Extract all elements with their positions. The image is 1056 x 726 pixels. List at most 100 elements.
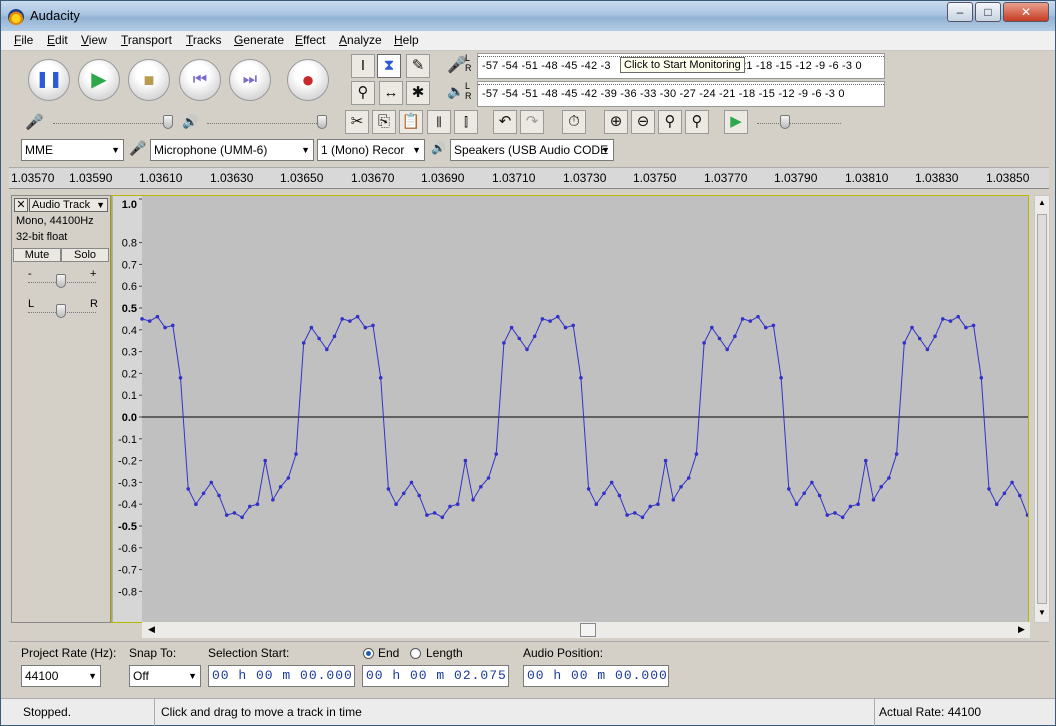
scroll-down-icon[interactable]: ▼ (1038, 608, 1046, 617)
input-channels-select[interactable]: 1 (Mono) Recor ▼ (317, 139, 425, 161)
maximize-button[interactable]: □ (975, 2, 1001, 22)
end-radio[interactable] (363, 648, 374, 659)
sync-lock-button[interactable]: ⏱ (562, 110, 586, 134)
sample-dot (994, 502, 999, 507)
play-meter-speaker-icon[interactable]: 🔈 (447, 83, 464, 100)
scroll-up-icon[interactable]: ▲ (1038, 198, 1046, 207)
undo-button[interactable]: ↶ (493, 110, 517, 134)
play-speed-slider[interactable] (757, 123, 841, 127)
redo-button[interactable]: ↷ (520, 110, 544, 134)
output-volume-slider[interactable] (207, 123, 325, 127)
menu-help[interactable]: Help (394, 33, 419, 47)
gain-thumb[interactable] (56, 274, 66, 288)
amplitude-label: -0.3 (118, 477, 137, 489)
snap-to-value: Off (133, 669, 149, 683)
zoom-in-button[interactable]: ⊕ (604, 110, 628, 134)
skip-to-end-button[interactable]: ⏭ (229, 59, 271, 101)
zoom-tool[interactable]: ⚲ (351, 81, 375, 105)
sample-dot (602, 491, 606, 496)
selection-end-field[interactable]: 00 h 00 m 02.075 s (362, 665, 509, 687)
fit-project-button[interactable]: ⚲ (685, 110, 709, 134)
horizontal-scrollbar[interactable]: ◀ ▶ (142, 622, 1030, 638)
snap-to-select[interactable]: Off ▼ (129, 665, 201, 687)
magnifier-icon: ⚲ (357, 84, 369, 101)
chevron-down-icon: ▼ (412, 145, 421, 155)
zoom-out-button[interactable]: ⊖ (631, 110, 655, 134)
close-window-button[interactable]: ✕ (1003, 2, 1049, 22)
playback-meter[interactable]: -57 -54 -51 -48 -45 -42 -39 -36 -33 -30 … (477, 81, 885, 107)
mute-button[interactable]: Mute (13, 248, 61, 262)
audio-position-field[interactable]: 00 h 00 m 00.000 s (523, 665, 669, 687)
timeshift-tool[interactable]: ↔ (379, 81, 403, 105)
sample-dot (941, 317, 945, 321)
skip-to-start-button[interactable]: ⏮ (179, 59, 221, 101)
sample-dot (948, 319, 953, 323)
input-volume-thumb[interactable] (163, 115, 173, 129)
project-rate-select[interactable]: 44100 ▼ (21, 665, 101, 687)
horizontal-scroll-thumb[interactable] (580, 623, 596, 637)
output-device-select[interactable]: Speakers (USB Audio CODE ▼ (450, 139, 614, 161)
gain-minus-label: - (28, 268, 32, 280)
pan-thumb[interactable] (56, 304, 66, 318)
trim-button[interactable]: ⫼ (427, 110, 451, 134)
solo-button[interactable]: Solo (61, 248, 109, 262)
selection-tool[interactable]: I (351, 54, 375, 78)
stop-button[interactable]: ■ (128, 59, 170, 101)
play-at-speed-button[interactable]: ▶ (724, 110, 748, 134)
menu-file[interactable]: File (14, 33, 33, 47)
input-device-select[interactable]: Microphone (UMM-6) ▼ (150, 139, 314, 161)
paste-icon: 📋 (401, 113, 421, 130)
record-meter-mic-icon[interactable]: 🎤 (447, 55, 467, 75)
multi-tool[interactable]: ✱ (406, 81, 430, 105)
sample-dot (332, 334, 337, 339)
sample-dot (240, 515, 244, 520)
sample-dot (656, 502, 660, 507)
draw-tool[interactable]: ✎ (406, 54, 430, 78)
sample-dot (355, 314, 360, 319)
sample-dot (394, 502, 398, 507)
play-speed-thumb[interactable] (780, 115, 790, 129)
silence-button[interactable]: ⫿ (454, 110, 478, 134)
waveform-background (142, 196, 1028, 622)
menu-generate[interactable]: Generate (234, 33, 284, 47)
selection-start-field[interactable]: 00 h 00 m 00.000 s (208, 665, 355, 687)
timeline-ruler[interactable]: 1.03570 1.03590 1.03610 1.03630 1.03650 … (9, 167, 1049, 189)
minimize-button[interactable]: – (947, 2, 973, 22)
sample-dot (540, 317, 545, 321)
audio-host-select[interactable]: MME ▼ (21, 139, 124, 161)
output-volume-thumb[interactable] (317, 115, 327, 129)
menu-analyze[interactable]: Analyze (339, 33, 382, 47)
scroll-right-icon[interactable]: ▶ (1018, 624, 1025, 635)
menu-effect[interactable]: Effect (295, 33, 325, 47)
silence-icon: ⫿ (464, 115, 468, 129)
track-menu-button[interactable]: Audio Track ▼ (29, 198, 108, 212)
menu-edit[interactable]: Edit (47, 33, 68, 47)
vertical-scroll-thumb[interactable] (1037, 214, 1047, 604)
waveform-canvas[interactable]: 1.0 0.8 0.7 0.6 0.5 0.4 0.3 0.2 0.1 0.0 -0.1 -0.2 -0… (112, 196, 1028, 622)
paste-button[interactable]: 📋 (399, 110, 423, 134)
menu-view[interactable]: View (81, 33, 107, 47)
sample-dot (740, 317, 745, 321)
fit-selection-button[interactable]: ⚲ (658, 110, 682, 134)
waveform-track[interactable]: 1.0 0.8 0.7 0.6 0.5 0.4 0.3 0.2 0.1 0.0 -0.1 -0.2 -0… (111, 195, 1029, 623)
close-track-icon[interactable]: ✕ (14, 198, 28, 212)
envelope-tool[interactable]: ⧗ (377, 54, 401, 78)
sample-dot (586, 487, 591, 491)
vertical-scrollbar[interactable]: ▲ ▼ (1034, 195, 1050, 623)
menu-transport[interactable]: Transport (121, 33, 172, 47)
sample-dot (440, 515, 445, 520)
pause-button[interactable]: ❚❚ (28, 59, 70, 101)
sample-dot (763, 325, 768, 330)
menu-tracks[interactable]: Tracks (186, 33, 222, 47)
record-button[interactable]: ● (287, 59, 329, 101)
cut-button[interactable]: ✂ (345, 110, 369, 134)
sample-dot (971, 323, 976, 328)
copy-button[interactable]: ⎘ (372, 110, 396, 134)
input-volume-slider[interactable] (53, 123, 171, 127)
play-button[interactable]: ▶ (78, 59, 120, 101)
length-radio[interactable] (410, 648, 421, 659)
ruler-label: 1.03590 (69, 171, 113, 185)
audio-host-value: MME (25, 143, 53, 157)
sample-dot (294, 452, 298, 456)
scroll-left-icon[interactable]: ◀ (148, 624, 155, 635)
